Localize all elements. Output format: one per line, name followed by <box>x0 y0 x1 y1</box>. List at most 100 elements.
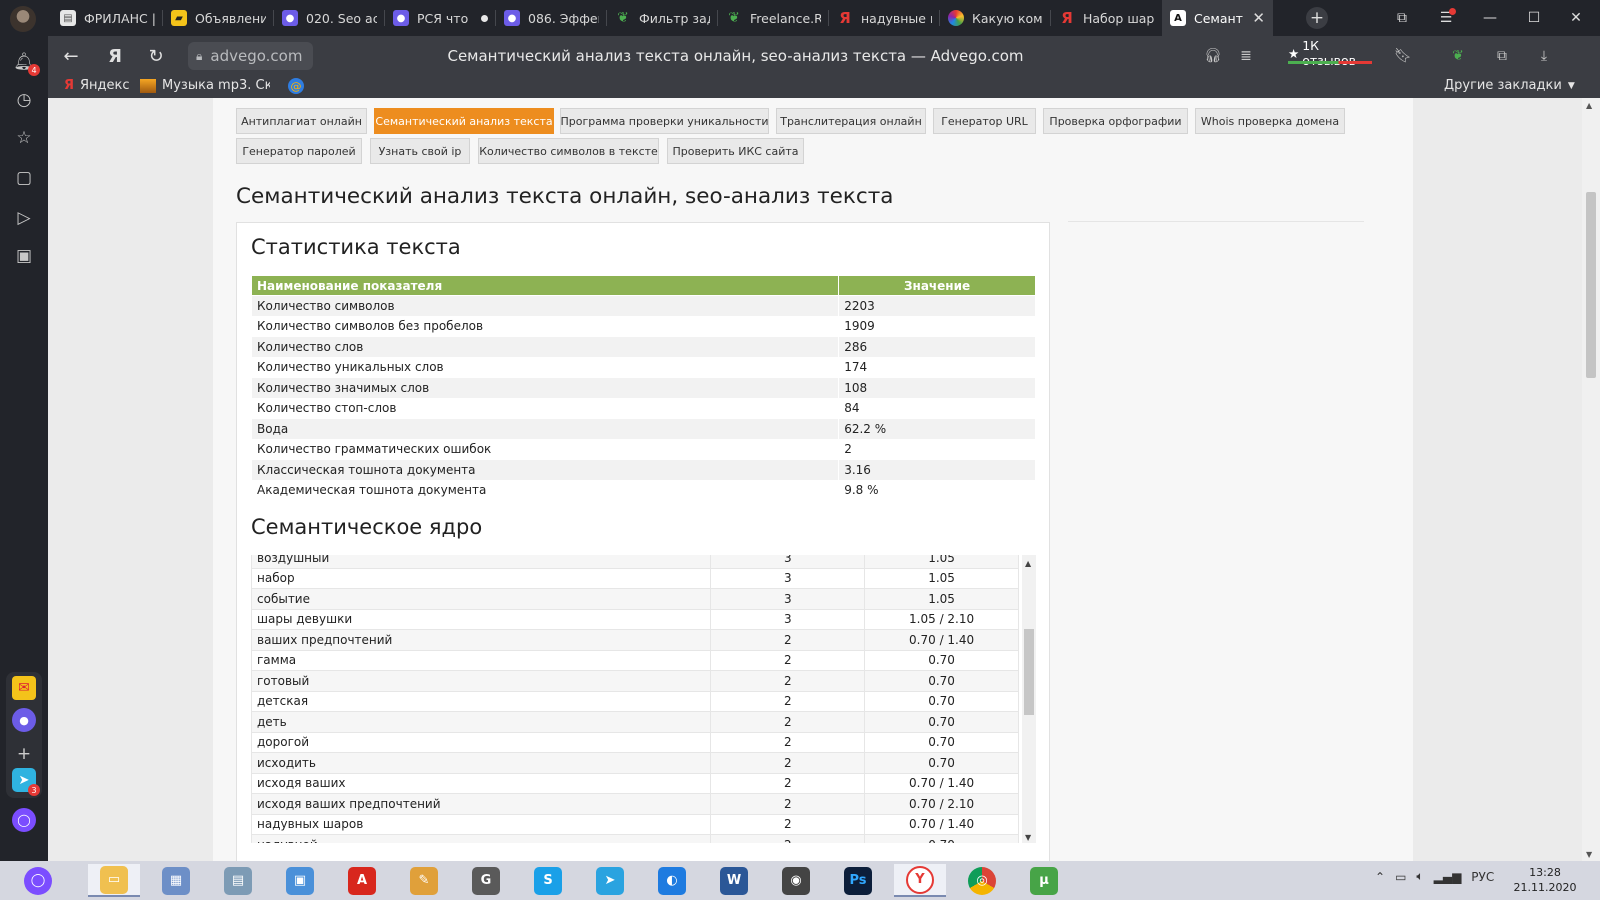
yandex-home-icon[interactable]: Я <box>102 44 128 68</box>
sidebar-divider <box>1068 221 1364 222</box>
bookmark-icon[interactable]: 🔖︎ <box>1393 46 1413 66</box>
messenger-icon[interactable]: ● <box>12 708 36 732</box>
taskbar-app-telegram[interactable]: ➤ <box>584 864 636 897</box>
other-bookmarks[interactable]: Другие закладки ▼ <box>1444 78 1575 93</box>
scroll-up-icon[interactable]: ▲ <box>1025 559 1031 568</box>
page-scroll-down-icon[interactable]: ▼ <box>1586 850 1592 859</box>
tool-whois[interactable]: Whois проверка домена <box>1195 108 1345 134</box>
signal-icon[interactable]: ▂▄▆ <box>1434 870 1462 884</box>
tab-7[interactable]: Янадувные ш <box>829 0 940 36</box>
extensions-icon[interactable]: ⧉ <box>1492 46 1512 66</box>
volume-icon[interactable]: 🔈︎ <box>1416 869 1423 884</box>
page-scrollbar[interactable]: ▲ ▼ <box>1582 98 1600 861</box>
language-indicator[interactable]: РУС <box>1471 870 1494 884</box>
back-icon[interactable]: ← <box>58 44 84 68</box>
taskbar-app-acrobat[interactable]: A <box>336 864 388 897</box>
taskbar-app-browser-blue[interactable]: ◐ <box>646 864 698 897</box>
table-row: детская 2 0.70 <box>251 690 1019 712</box>
media-icon: ◉ <box>782 866 810 895</box>
page-scroll-thumb[interactable] <box>1586 192 1596 378</box>
reload-icon[interactable]: ↻ <box>143 44 169 68</box>
tab-0[interactable]: ▤ ФРИЛАНС | <box>52 0 163 36</box>
page-scroll-up-icon[interactable]: ▲ <box>1586 101 1592 110</box>
menu-icon[interactable]: ☰ <box>1432 6 1460 30</box>
taskbar-app-word[interactable]: W <box>708 864 760 897</box>
tab-9[interactable]: Я Набор шар <box>1051 0 1162 36</box>
mail-icon[interactable]: ✉ <box>12 676 36 700</box>
table-row: исходить 2 0.70 <box>251 752 1019 774</box>
taskbar-app-yandex-browser[interactable]: Y <box>894 864 946 897</box>
new-tab-button[interactable]: + <box>1306 7 1328 29</box>
network-icon[interactable]: ▭ <box>1395 870 1406 884</box>
bookmark-music[interactable]: Музыка mp3. Ска <box>140 78 270 93</box>
tool-antiplagiat[interactable]: Антиплагиат онлайн <box>236 108 367 134</box>
bookmark-yandex[interactable]: Я Яндекс <box>64 78 130 93</box>
tool-semantic-analysis[interactable]: Семантический анализ текста <box>374 108 554 134</box>
taskbar-app-skype[interactable]: S <box>522 864 574 897</box>
play-icon[interactable]: ▷ <box>12 206 36 230</box>
semantic-core-scrollbox[interactable]: воздушный 3 1.05 набор 3 1.05 событие 3 1.05 шары… <box>251 555 1036 843</box>
start-alice-button[interactable]: ◯ <box>12 864 64 897</box>
url-field[interactable]: 🔒︎ advego.com <box>188 42 313 70</box>
tab-4[interactable]: ● 086. Эффек <box>496 0 607 36</box>
add-app-icon[interactable]: + <box>12 742 36 766</box>
close-tab-icon[interactable]: ✕ <box>1252 9 1265 27</box>
tray-arrow-icon[interactable]: ⌃ <box>1375 870 1385 884</box>
tool-my-ip[interactable]: Узнать свой ip <box>370 138 470 164</box>
taskbar-app-calculator[interactable]: ▦ <box>150 864 202 897</box>
core-title: Семантическое ядро <box>251 515 483 539</box>
tab-2[interactable]: ● 020. Seo ас <box>274 0 385 36</box>
tab-3[interactable]: ● РСЯ что <box>385 0 496 36</box>
tab-10-active[interactable]: AСеманти✕ <box>1162 0 1273 36</box>
bookmark-mail[interactable]: @ <box>288 78 304 94</box>
notes-icon[interactable]: ▢ <box>12 166 36 190</box>
taskbar-app-gimp[interactable]: G <box>460 864 512 897</box>
maximize-icon[interactable]: ☐ <box>1520 6 1548 30</box>
core-word: гамма <box>251 649 712 671</box>
taskbar-app-chrome[interactable]: ◎ <box>956 864 1008 897</box>
minimize-icon[interactable]: — <box>1476 6 1504 30</box>
tool-uniqueness[interactable]: Программа проверки уникальности <box>560 108 769 134</box>
tool-url-generator[interactable]: Генератор URL <box>933 108 1036 134</box>
star-icon[interactable]: ☆ <box>12 126 36 150</box>
history-icon[interactable]: ◷ <box>12 88 36 112</box>
stats-value: 108 <box>838 377 1036 399</box>
taskbar-app-explorer[interactable]: ▭ <box>88 864 140 897</box>
download-icon[interactable]: ⤓ <box>1534 46 1554 66</box>
chrome-icon: ◎ <box>968 866 996 895</box>
table-row: ваших предпочтений 2 0.70 / 1.40 <box>251 629 1019 651</box>
stats-value: 174 <box>838 356 1036 378</box>
tool-iks-check[interactable]: Проверить ИКС сайта <box>667 138 804 164</box>
extension-leaf-icon[interactable]: ❦ <box>1448 46 1468 66</box>
tab-8[interactable]: Какую ком <box>940 0 1051 36</box>
stats-header-name: Наименование показателя <box>250 275 840 296</box>
tab-strip: ▤ФРИЛАНС | ▰Объявления ●020. Seo ас ●РСЯ… <box>0 0 1600 36</box>
taskbar-app-utorrent[interactable]: μ <box>1018 864 1070 897</box>
core-scroll-thumb[interactable] <box>1024 629 1034 715</box>
tool-transliteration[interactable]: Транслитерация онлайн <box>776 108 926 134</box>
core-scrollbar[interactable]: ▲ ▼ <box>1022 555 1036 843</box>
table-row: гамма 2 0.70 <box>251 649 1019 671</box>
taskbar-app-control-panel[interactable]: ▣ <box>274 864 326 897</box>
close-window-icon[interactable]: ✕ <box>1562 6 1590 30</box>
calendar-icon[interactable]: ▣ <box>12 244 36 268</box>
taskbar-app-photoshop[interactable]: Ps <box>832 864 884 897</box>
taskbar-app-monitor[interactable]: ▤ <box>212 864 264 897</box>
taskbar-app-media[interactable]: ◉ <box>770 864 822 897</box>
telegram-icon: ➤ <box>596 866 624 895</box>
clock[interactable]: 13:28 21.11.2020 <box>1505 865 1585 895</box>
taskbar-app-paint[interactable]: ✎ <box>398 864 450 897</box>
collections-icon[interactable]: ⧉ <box>1388 6 1416 30</box>
alice-icon[interactable]: ◯ <box>12 808 36 832</box>
tab-1[interactable]: ▰Объявления <box>163 0 274 36</box>
page-viewport: Антиплагиат онлайн Семантический анализ … <box>48 98 1600 861</box>
scroll-down-icon[interactable]: ▼ <box>1025 833 1031 842</box>
tab-6[interactable]: ❦ Freelance.R <box>718 0 829 36</box>
profile-avatar[interactable] <box>10 6 36 32</box>
tool-spellcheck[interactable]: Проверка орфографии <box>1043 108 1188 134</box>
tool-char-count[interactable]: Количество символов в тексте <box>478 138 659 164</box>
reader-mode-icon[interactable]: ≣ <box>1236 46 1256 66</box>
tab-5[interactable]: ❦ Фильтр зад <box>607 0 718 36</box>
tool-password-generator[interactable]: Генератор паролей <box>236 138 362 164</box>
headphones-icon[interactable]: 🎧︎ <box>1203 46 1223 66</box>
